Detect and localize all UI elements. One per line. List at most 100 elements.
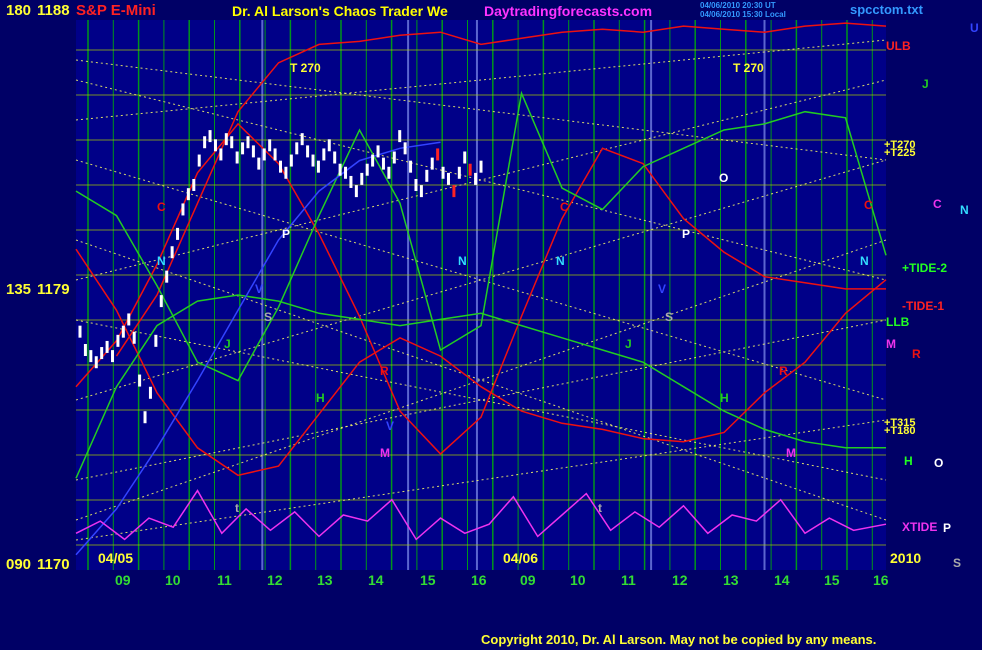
- label-o-right: O: [934, 456, 944, 470]
- price-bar: [105, 340, 109, 353]
- price-bar: [219, 148, 223, 161]
- price-bar: [338, 163, 342, 176]
- label-n: N: [157, 254, 166, 268]
- price-bar: [127, 313, 131, 326]
- price-bar: [159, 295, 163, 308]
- price-bar: [213, 139, 217, 152]
- label-c-right: C: [933, 197, 942, 211]
- price-bar: [100, 347, 104, 360]
- x-tick-label: 11: [621, 572, 636, 588]
- price-bar: [387, 166, 391, 179]
- price-bar: [246, 136, 250, 149]
- timestamp-local: 04/06/2010 15:30 Local: [700, 10, 786, 19]
- price-bar: [192, 179, 196, 191]
- price-bar: [381, 157, 385, 170]
- price-bar: [479, 160, 483, 173]
- x-tick-label: 13: [723, 572, 739, 588]
- price-bar: [354, 185, 358, 198]
- date-day2: 04/06: [503, 550, 539, 566]
- price-bar: [116, 334, 120, 347]
- price-bar: [468, 163, 472, 176]
- axis-top-price: 1188: [37, 2, 70, 19]
- price-bar: [262, 148, 266, 161]
- copyright-notice: Copyright 2010, Dr. Al Larson. May not b…: [481, 632, 877, 647]
- price-bar: [452, 185, 456, 198]
- label-p: P: [282, 227, 291, 241]
- price-bar: [197, 154, 201, 167]
- price-bar: [83, 344, 87, 356]
- label-r-right: R: [912, 347, 921, 361]
- price-bar: [181, 203, 185, 216]
- price-bar: [186, 188, 190, 201]
- label-s: S: [665, 310, 674, 324]
- price-bar: [446, 172, 450, 185]
- price-bar: [327, 139, 331, 152]
- label-v: V: [386, 419, 395, 433]
- price-bar: [409, 160, 413, 173]
- price-bar: [235, 151, 239, 164]
- label-h-right: H: [904, 454, 913, 468]
- price-bar: [371, 154, 375, 167]
- price-chart: [75, 20, 887, 570]
- price-bar: [138, 374, 142, 387]
- label-c: C: [157, 200, 166, 214]
- label-t180-right: +T180: [884, 425, 916, 437]
- price-bar: [414, 179, 418, 191]
- label-s: S: [264, 310, 273, 324]
- label-c: C: [560, 200, 569, 214]
- price-bar: [251, 145, 255, 158]
- label-n: N: [458, 254, 467, 268]
- price-bar: [316, 160, 320, 173]
- price-bar: [419, 185, 423, 198]
- label-m-right: M: [886, 337, 896, 351]
- label-j-right: J: [922, 77, 929, 91]
- price-bar: [148, 386, 152, 399]
- price-bar: [241, 142, 245, 155]
- price-bar: [300, 133, 304, 146]
- x-tick-label: 16: [873, 572, 889, 588]
- label-t270: T 270: [733, 61, 764, 75]
- price-bar: [284, 166, 288, 179]
- price-bar: [208, 130, 212, 143]
- label-n-right: N: [960, 203, 969, 217]
- price-bar: [154, 334, 158, 347]
- label-p: P: [682, 227, 691, 241]
- price-bar: [89, 350, 93, 363]
- price-bar: [430, 157, 434, 170]
- website-link[interactable]: Daytradingforecasts.com: [484, 4, 652, 18]
- label-c: C: [864, 198, 873, 212]
- price-bar: [398, 130, 402, 143]
- price-bar: [111, 350, 115, 363]
- price-bar: [392, 151, 396, 164]
- label-v: V: [658, 282, 667, 296]
- label-t: t: [598, 501, 602, 515]
- price-bar: [121, 325, 125, 338]
- x-tick-label: 15: [824, 572, 840, 588]
- price-bar: [268, 139, 272, 152]
- price-bar: [365, 163, 369, 176]
- label-llb: LLB: [886, 315, 910, 329]
- axis-bot-price: 1170: [37, 556, 70, 573]
- price-bar: [203, 136, 207, 149]
- timestamp-ut: 04/06/2010 20:30 UT: [700, 1, 776, 10]
- label-h: H: [316, 391, 325, 405]
- price-bar: [457, 166, 461, 179]
- price-bar: [333, 151, 337, 164]
- price-bar: [295, 142, 299, 155]
- x-tick-label: 16: [471, 572, 487, 588]
- price-bar: [425, 169, 429, 182]
- price-bar: [273, 148, 277, 161]
- label-o: O: [719, 171, 729, 185]
- label-tide2: +TIDE-2: [902, 261, 948, 275]
- label-tide1: -TIDE-1: [902, 299, 944, 313]
- price-bar: [78, 325, 82, 338]
- label-ulb: ULB: [886, 39, 911, 53]
- x-tick-label: 15: [420, 572, 436, 588]
- price-bar: [441, 166, 445, 179]
- label-r: R: [779, 364, 788, 378]
- date-day1: 04/05: [98, 550, 134, 566]
- price-bar: [279, 160, 282, 173]
- price-bar: [403, 142, 407, 155]
- label-r: R: [380, 364, 389, 378]
- price-bar: [436, 148, 440, 161]
